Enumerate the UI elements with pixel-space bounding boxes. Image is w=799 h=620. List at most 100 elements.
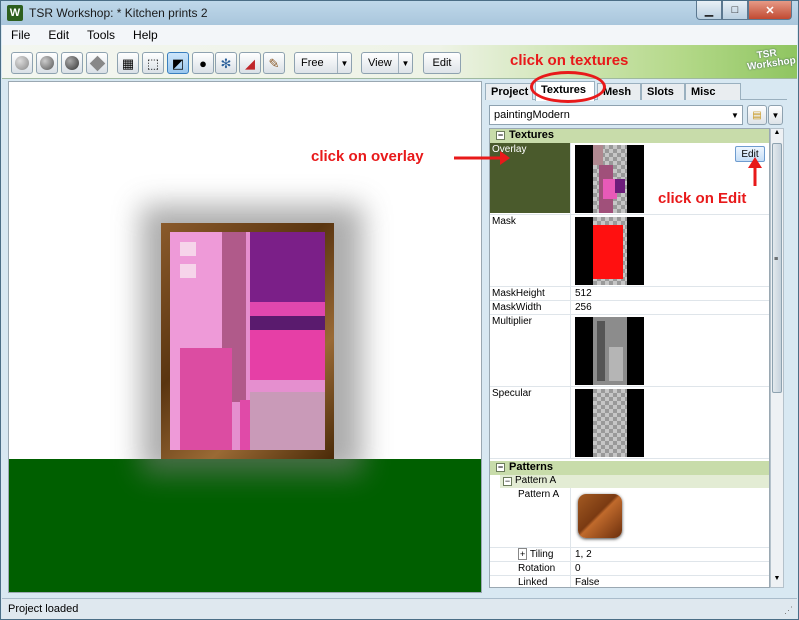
textures-section-title: Textures xyxy=(509,129,555,141)
chevron-down-icon: ▼ xyxy=(398,53,412,73)
minimize-button[interactable]: ▁ xyxy=(696,1,722,20)
properties-panel: Project Textures Mesh Slots Misc paintin… xyxy=(485,81,787,593)
menu-bar: File Edit Tools Help xyxy=(2,25,797,45)
expand-icon[interactable]: + xyxy=(518,548,528,560)
arrow-right-icon xyxy=(454,151,510,165)
textures-section-header[interactable]: − Textures xyxy=(490,129,769,143)
collapse-icon[interactable]: − xyxy=(496,463,505,472)
scrollbar-thumb[interactable] xyxy=(772,143,782,393)
linked-row[interactable]: Linked False xyxy=(490,576,769,587)
brush-icon: ✎ xyxy=(268,55,280,71)
multiplier-row[interactable]: Multiplier xyxy=(490,315,769,387)
multiplier-texture-thumbnail xyxy=(575,317,644,385)
specular-texture-thumbnail xyxy=(575,389,644,457)
material-options-button[interactable]: ▼ xyxy=(768,105,783,125)
brush-button[interactable]: ✎ xyxy=(263,52,285,74)
light-button[interactable]: ● xyxy=(192,52,214,74)
box-button[interactable]: ⬚ xyxy=(142,52,164,74)
window-title: TSR Workshop: * Kitchen prints 2 xyxy=(29,6,208,20)
pattern-a-group-title: Pattern A xyxy=(515,475,557,486)
tab-misc[interactable]: Misc xyxy=(685,83,741,100)
tab-slots[interactable]: Slots xyxy=(641,83,685,100)
material-select[interactable]: paintingModern ▼ xyxy=(489,105,743,125)
grid-icon: ▦ xyxy=(121,55,135,71)
arrow-up-icon xyxy=(748,157,762,186)
diamond-icon xyxy=(89,55,105,71)
painting-frame xyxy=(161,223,334,459)
scroll-down-icon[interactable]: ▼ xyxy=(771,575,783,587)
paint-button[interactable]: ◢ xyxy=(239,52,261,74)
toolbar-edit-button[interactable]: Edit xyxy=(423,52,461,74)
painting-canvas xyxy=(170,232,325,450)
view-select[interactable]: View ▼ xyxy=(361,52,413,74)
linked-value[interactable]: False xyxy=(575,577,599,587)
annotation-click-textures: click on textures xyxy=(510,52,629,69)
mode-select-value: Free xyxy=(301,57,324,69)
annotation-ellipse xyxy=(530,71,606,103)
overlay-texture-thumbnail xyxy=(575,145,644,213)
tiling-value[interactable]: 1, 2 xyxy=(575,549,592,560)
sphere-dark-button[interactable] xyxy=(61,52,83,74)
sphere-icon xyxy=(65,56,79,70)
floor-button[interactable]: ◩ xyxy=(167,52,189,74)
collapse-icon[interactable]: − xyxy=(503,477,512,486)
material-select-value: paintingModern xyxy=(494,109,570,121)
light-icon: ● xyxy=(199,55,207,71)
wood-pattern-swatch[interactable] xyxy=(578,494,622,538)
document-icon: ▤ xyxy=(752,109,762,121)
chevron-down-icon: ▼ xyxy=(337,53,351,73)
mask-row[interactable]: Mask xyxy=(490,215,769,287)
chevron-down-icon: ▼ xyxy=(771,110,780,120)
patterns-section-header[interactable]: − Patterns xyxy=(490,461,769,475)
rotation-row[interactable]: Rotation 0 xyxy=(490,562,769,576)
status-bar: Project loaded ⋰ xyxy=(2,598,797,619)
pattern-a-group-header[interactable]: − Pattern A xyxy=(500,475,769,488)
mask-width-label: MaskWidth xyxy=(492,302,542,313)
status-text: Project loaded xyxy=(8,603,79,615)
menu-edit[interactable]: Edit xyxy=(39,28,78,42)
menu-help[interactable]: Help xyxy=(124,28,167,42)
box-icon: ⬚ xyxy=(146,55,160,71)
mask-width-row[interactable]: MaskWidth 256 xyxy=(490,301,769,315)
new-material-button[interactable]: ▤ xyxy=(747,105,767,125)
mask-height-row[interactable]: MaskHeight 512 xyxy=(490,287,769,301)
menu-tools[interactable]: Tools xyxy=(78,28,124,42)
pattern-a-label: Pattern A xyxy=(518,489,560,500)
maximize-button[interactable]: □ xyxy=(722,1,748,20)
mask-height-value[interactable]: 512 xyxy=(575,288,592,299)
specular-row[interactable]: Specular xyxy=(490,387,769,459)
grip-icon: ≡ xyxy=(774,256,779,263)
tiling-row[interactable]: + Tiling 1, 2 xyxy=(490,548,769,562)
patterns-section-title: Patterns xyxy=(509,461,554,473)
sphere-icon xyxy=(40,56,54,70)
mask-width-value[interactable]: 256 xyxy=(575,302,592,313)
collapse-icon[interactable]: − xyxy=(496,131,505,140)
menu-file[interactable]: File xyxy=(2,28,39,42)
pattern-a-row[interactable]: Pattern A xyxy=(490,488,769,548)
title-bar[interactable]: W TSR Workshop: * Kitchen prints 2 ▁ □ ✕ xyxy=(1,1,798,25)
grid-button[interactable]: ▦ xyxy=(117,52,139,74)
close-button[interactable]: ✕ xyxy=(748,1,792,20)
app-logo-icon: W xyxy=(7,5,23,21)
mode-select[interactable]: Free ▼ xyxy=(294,52,352,74)
tab-project[interactable]: Project xyxy=(485,83,533,100)
rotation-value[interactable]: 0 xyxy=(575,563,581,574)
floor-icon: ◩ xyxy=(171,55,185,71)
snowflake-button[interactable]: ✻ xyxy=(215,52,237,74)
property-grid-scrollbar[interactable]: ▲ ≡ ▼ xyxy=(770,128,784,588)
multiplier-label: Multiplier xyxy=(492,316,533,327)
scroll-up-icon[interactable]: ▲ xyxy=(771,129,783,141)
mask-label: Mask xyxy=(492,216,516,227)
tiling-label: Tiling xyxy=(529,549,554,560)
view-select-value: View xyxy=(368,57,392,69)
snowflake-icon: ✻ xyxy=(220,55,232,71)
rotation-label: Rotation xyxy=(518,563,556,574)
mask-texture-thumbnail xyxy=(575,217,644,285)
resize-grip-icon[interactable]: ⋰ xyxy=(784,605,793,616)
sphere-view-button[interactable] xyxy=(11,52,33,74)
paint-icon: ◢ xyxy=(245,55,255,71)
diamond-button[interactable] xyxy=(86,52,108,74)
annotation-click-overlay: click on overlay xyxy=(311,148,424,165)
sphere-shaded-button[interactable] xyxy=(36,52,58,74)
sphere-icon xyxy=(15,56,29,70)
